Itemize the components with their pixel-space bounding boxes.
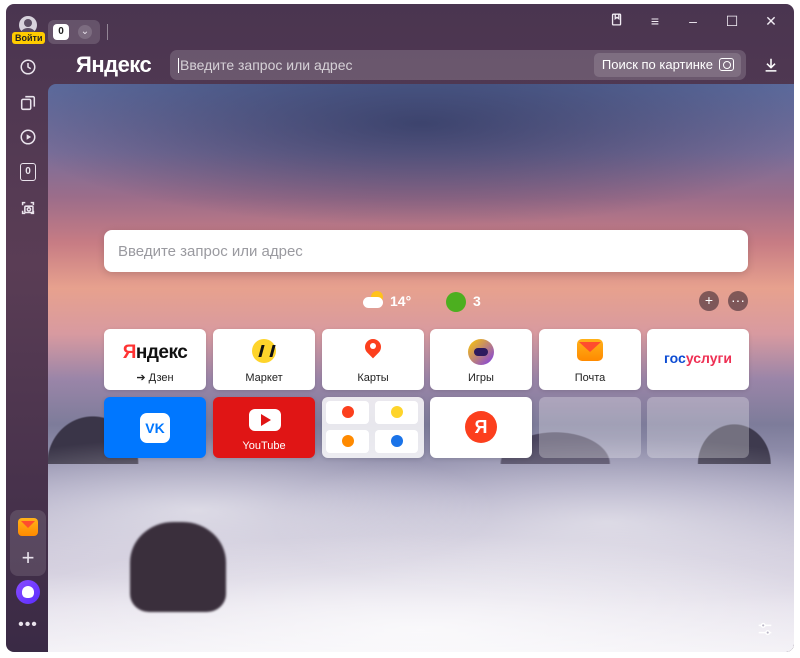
text-caret <box>178 58 179 73</box>
customize-settings-icon[interactable] <box>756 620 778 640</box>
traffic-widget[interactable]: 3 <box>446 290 496 312</box>
history-icon[interactable] <box>17 56 39 78</box>
sidebar-apps-panel: + <box>10 510 46 576</box>
mail-icon <box>577 339 603 361</box>
tab-counter-button[interactable]: 0 ⌄ <box>48 20 100 44</box>
weather-widget[interactable]: 14° <box>363 290 423 312</box>
image-search-button[interactable]: Поиск по картинке <box>593 53 741 77</box>
tile-mail[interactable]: Почта <box>539 329 641 390</box>
tile-label: ➔ Дзен <box>136 372 174 384</box>
maximize-button[interactable]: ☐ <box>721 12 743 30</box>
chevron-down-icon[interactable]: ⌄ <box>78 25 92 39</box>
more-options-button[interactable]: ··· <box>728 291 748 311</box>
background-rock <box>130 522 226 612</box>
market-icon <box>252 339 276 363</box>
image-search-label: Поиск по картинке <box>601 57 713 72</box>
address-bar[interactable]: Поиск по картинке <box>170 50 746 80</box>
tile-youtube[interactable]: YouTube <box>213 397 315 458</box>
divider <box>107 24 108 40</box>
tile-label: Карты <box>357 372 389 384</box>
counter-icon[interactable]: 0 <box>17 161 39 183</box>
sidebar: Войти 0 + ••• <box>6 4 50 652</box>
folder-item-mail <box>326 430 369 453</box>
main-search-box[interactable] <box>104 230 748 272</box>
play-icon[interactable] <box>17 126 39 148</box>
profile-button[interactable]: Войти <box>12 14 46 46</box>
tile-label: Маркет <box>245 372 283 384</box>
tile-gosuslugi[interactable]: госуслуги <box>647 329 749 390</box>
more-menu-button[interactable]: ••• <box>17 617 39 633</box>
menu-icon[interactable]: ≡ <box>644 12 666 30</box>
alice-assistant-icon[interactable] <box>16 580 40 604</box>
folder-item-yandex <box>326 401 369 424</box>
vk-icon: VK <box>140 413 170 443</box>
folder-item-market <box>375 401 418 424</box>
camera-icon <box>719 58 734 71</box>
new-tab-page: 14° 3 + ··· Яндекс ➔ Дзен Маркет Карты И… <box>48 84 794 652</box>
weather-temp: 14° <box>390 293 412 309</box>
yandex-app-icon: Я <box>465 411 497 443</box>
main-search-input[interactable] <box>118 230 718 272</box>
camera-icon[interactable] <box>17 197 39 219</box>
tile-games[interactable]: Игры <box>430 329 532 390</box>
tile-folder[interactable] <box>322 397 424 458</box>
tile-market[interactable]: Маркет <box>213 329 315 390</box>
tabs-icon[interactable] <box>17 92 39 114</box>
tile-label: YouTube <box>242 440 286 452</box>
bookmark-icon[interactable] <box>606 12 628 30</box>
tile-empty[interactable] <box>539 397 641 458</box>
close-button[interactable]: ✕ <box>760 12 782 30</box>
brand-logo[interactable]: Яндекс <box>76 52 152 78</box>
gamepad-icon <box>468 339 494 365</box>
mail-app-icon[interactable] <box>18 518 38 536</box>
traffic-score: 3 <box>473 293 481 309</box>
address-input[interactable] <box>180 50 580 80</box>
tab-count: 0 <box>53 24 69 40</box>
tile-yandex-app[interactable]: Я <box>430 397 532 458</box>
tile-empty[interactable] <box>647 397 749 458</box>
browser-window: Войти 0 + ••• 0 ⌄ ≡ – ☐ ✕ Яндекс Введите… <box>6 4 794 652</box>
map-pin-icon <box>365 339 381 361</box>
tile-label: Почта <box>574 372 606 384</box>
folder-item-disk <box>375 430 418 453</box>
tile-maps[interactable]: Карты <box>322 329 424 390</box>
login-badge[interactable]: Войти <box>12 32 46 44</box>
gosuslugi-logo: госуслуги <box>664 350 732 366</box>
tile-vk[interactable]: VK <box>104 397 206 458</box>
add-app-button[interactable]: + <box>10 546 46 570</box>
youtube-play-icon <box>249 409 281 431</box>
yandex-logo: Яндекс <box>122 342 188 363</box>
traffic-icon <box>446 292 466 312</box>
tile-yandex[interactable]: Яндекс ➔ Дзен <box>104 329 206 390</box>
add-tile-button[interactable]: + <box>699 291 719 311</box>
download-icon[interactable] <box>762 56 782 76</box>
counter-badge: 0 <box>20 163 36 181</box>
weather-icon <box>363 291 385 311</box>
minimize-button[interactable]: – <box>682 12 704 30</box>
tile-label: Игры <box>468 372 494 384</box>
